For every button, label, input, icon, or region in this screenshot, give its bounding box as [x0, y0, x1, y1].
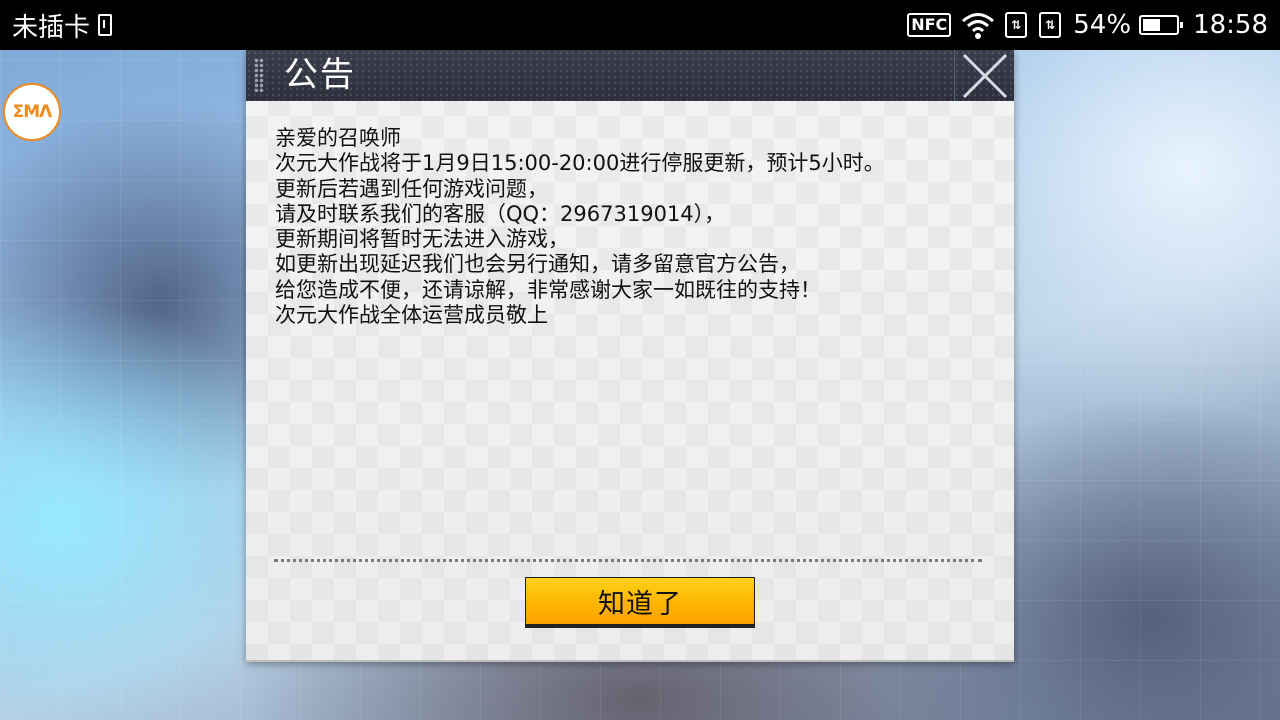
- announcement-body: 亲爱的召唤师 次元大作战将于1月9日15:00-20:00进行停服更新，预计5小时…: [275, 126, 985, 328]
- status-left: 未插卡: [12, 7, 113, 44]
- announcement-line: 更新期间将暂时无法进入游戏，: [275, 227, 569, 252]
- status-bar: 未插卡 NFC ⇅ ⇅ 54% 18:58: [0, 0, 1280, 50]
- app-logo-text: ΣMΛ: [12, 102, 53, 122]
- battery-icon: [1139, 15, 1184, 35]
- mobile-data-icon-2: ⇅: [1039, 12, 1062, 38]
- announcement-line: 更新后若遇到任何游戏问题，: [275, 176, 548, 201]
- game-screen: 未插卡 NFC ⇅ ⇅ 54% 18:58 ΣMΛ 公告 亲爱的召唤师 次元大作…: [0, 0, 1280, 720]
- close-icon: [962, 53, 1007, 98]
- confirm-button-label: 知道了: [598, 588, 682, 620]
- announcement-line: 请及时联系我们的客服（QQ：2967319014），: [275, 201, 726, 226]
- nfc-icon: NFC: [907, 13, 952, 37]
- announcement-line: 次元大作战将于1月9日15:00-20:00进行停服更新，预计5小时。: [275, 151, 885, 176]
- battery-percent: 54%: [1073, 10, 1132, 40]
- mobile-data-icon: ⇅: [1005, 12, 1028, 38]
- announcement-line: 给您造成不便，还请谅解，非常感谢大家一如既往的支持！: [275, 277, 821, 302]
- header-grip-decoration: [254, 58, 264, 92]
- app-logo-badge[interactable]: ΣMΛ: [3, 83, 61, 141]
- dialog-header: 公告: [246, 50, 1014, 101]
- carrier-text: 未插卡: [12, 12, 91, 43]
- announcement-line: 亲爱的召唤师: [275, 126, 401, 150]
- confirm-button[interactable]: 知道了: [525, 577, 755, 628]
- announcement-dialog: 公告 亲爱的召唤师 次元大作战将于1月9日15:00-20:00进行停服更新，预计…: [246, 50, 1014, 662]
- battery-fill: [1143, 19, 1161, 31]
- status-right: NFC ⇅ ⇅ 54% 18:58: [907, 10, 1268, 40]
- divider: [274, 559, 982, 562]
- announcement-line: 次元大作战全体运营成员敬上: [275, 303, 548, 328]
- dialog-title: 公告: [284, 55, 356, 95]
- clock: 18:58: [1193, 10, 1268, 40]
- sim-icon: [98, 14, 113, 36]
- close-button[interactable]: [954, 50, 1014, 101]
- announcement-line: 如更新出现延迟我们也会另行通知，请多留意官方公告，: [275, 252, 800, 277]
- wifi-icon: [962, 13, 995, 39]
